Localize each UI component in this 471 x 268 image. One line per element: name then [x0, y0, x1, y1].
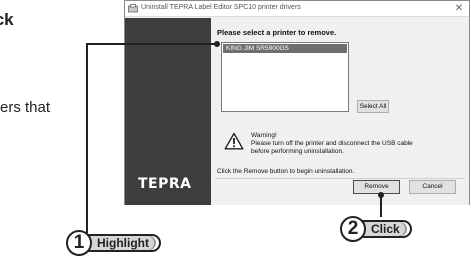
window-title: Uninstall TEPRA Label Editor SPC10 print…	[141, 4, 301, 11]
instruction-text: Click the Remove button to begin uninsta…	[217, 168, 355, 175]
warning-title: Warning!	[251, 132, 277, 139]
callout-1-dot	[214, 41, 220, 47]
callout-2-badge: 2 Click	[340, 216, 412, 242]
callout-2-line-vertical	[380, 195, 382, 217]
callout-2-label: Click	[361, 220, 412, 238]
cancel-button[interactable]: Cancel	[409, 180, 456, 194]
warning-icon	[224, 132, 244, 150]
uninstall-dialog: Uninstall TEPRA Label Editor SPC10 print…	[124, 0, 470, 205]
printer-listbox[interactable]: KING JIM SR5900GS	[221, 42, 349, 112]
close-icon[interactable]: ✕	[453, 2, 465, 15]
callout-2-dot	[378, 192, 384, 198]
printer-list-item[interactable]: KING JIM SR5900GS	[223, 44, 347, 53]
callout-1-line-horizontal	[86, 43, 217, 45]
tepra-logo: TEPRA	[138, 176, 192, 192]
callout-2-number: 2	[340, 216, 366, 242]
side-panel: TEPRA	[125, 18, 211, 205]
warning-message: Warning! Please turn off the printer and…	[251, 132, 466, 156]
title-bar: Uninstall TEPRA Label Editor SPC10 print…	[125, 1, 469, 17]
separator	[215, 178, 465, 179]
background-text-top: ick	[0, 10, 14, 29]
callout-1-badge: 1 Highlight	[66, 230, 161, 256]
background-text-mid: ers that	[0, 99, 51, 116]
dialog-heading: Please select a printer to remove.	[217, 28, 337, 37]
warning-line-1: Please turn off the printer and disconne…	[251, 140, 413, 147]
remove-button[interactable]: Remove	[353, 180, 400, 194]
app-icon	[128, 4, 138, 13]
callout-1-line-vertical	[86, 43, 88, 233]
dialog-content: Please select a printer to remove. KING …	[211, 18, 469, 205]
callout-1-number: 1	[66, 230, 92, 256]
select-all-button[interactable]: Select All	[357, 100, 389, 113]
warning-line-2: before performing uninstallation.	[251, 148, 344, 155]
callout-1-label: Highlight	[87, 234, 161, 252]
